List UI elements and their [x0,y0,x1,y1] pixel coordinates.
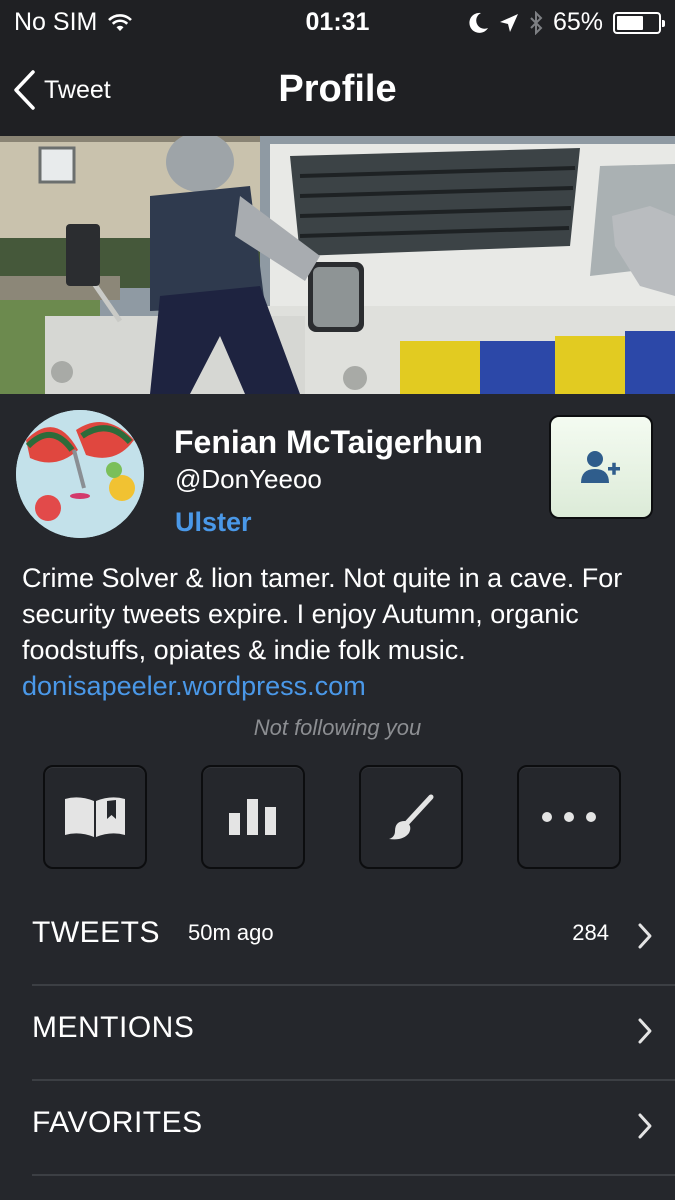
battery-icon [613,11,665,34]
favorites-row[interactable]: FAVORITES [32,1080,675,1175]
stats-button[interactable] [201,765,305,869]
lists-button[interactable] [43,765,147,869]
row-label: MENTIONS [32,1011,195,1044]
book-icon [65,797,125,837]
battery-percent: 65% [552,8,603,36]
bar-chart-icon [229,799,276,835]
page-title: Profile [278,68,397,110]
navigation-bar: Tweet Profile [0,46,675,136]
row-label: TWEETS [32,916,160,949]
location-arrow-icon [499,13,518,32]
profile-name: Fenian McTaigerhun [174,424,483,460]
profile-handle: @DonYeeoo [175,464,322,494]
bio-link[interactable]: donisapeeler.wordpress.com [22,671,366,701]
row-label: FAVORITES [32,1106,203,1139]
tweets-row[interactable]: TWEETS 50m ago 284 [32,890,675,985]
chevron-right-icon [638,1113,652,1139]
chevron-right-icon [638,1018,652,1044]
more-button[interactable] [517,765,621,869]
row-divider [32,1174,675,1176]
row-count: 284 [572,920,609,945]
moon-icon [469,12,488,33]
battery-fill [617,15,643,30]
follow-button[interactable] [549,415,653,519]
status-right: 65% [469,8,665,37]
add-user-icon [581,451,620,483]
profile-bio: Crime Solver & lion tamer. Not quite in … [22,560,662,704]
avatar[interactable] [16,410,144,538]
row-time: 50m ago [188,920,274,945]
more-icon [542,812,596,822]
status-bar: No SIM 01:31 65% [0,0,675,46]
paintbrush-icon [389,794,434,840]
mentions-row[interactable]: MENTIONS [32,985,675,1080]
theme-button[interactable] [359,765,463,869]
bluetooth-icon [530,10,543,35]
bio-text: Crime Solver & lion tamer. Not quite in … [22,563,623,665]
chevron-right-icon [638,923,652,949]
follow-status: Not following you [253,715,422,740]
profile-location: Ulster [175,507,252,537]
profile-banner-image [0,136,675,394]
